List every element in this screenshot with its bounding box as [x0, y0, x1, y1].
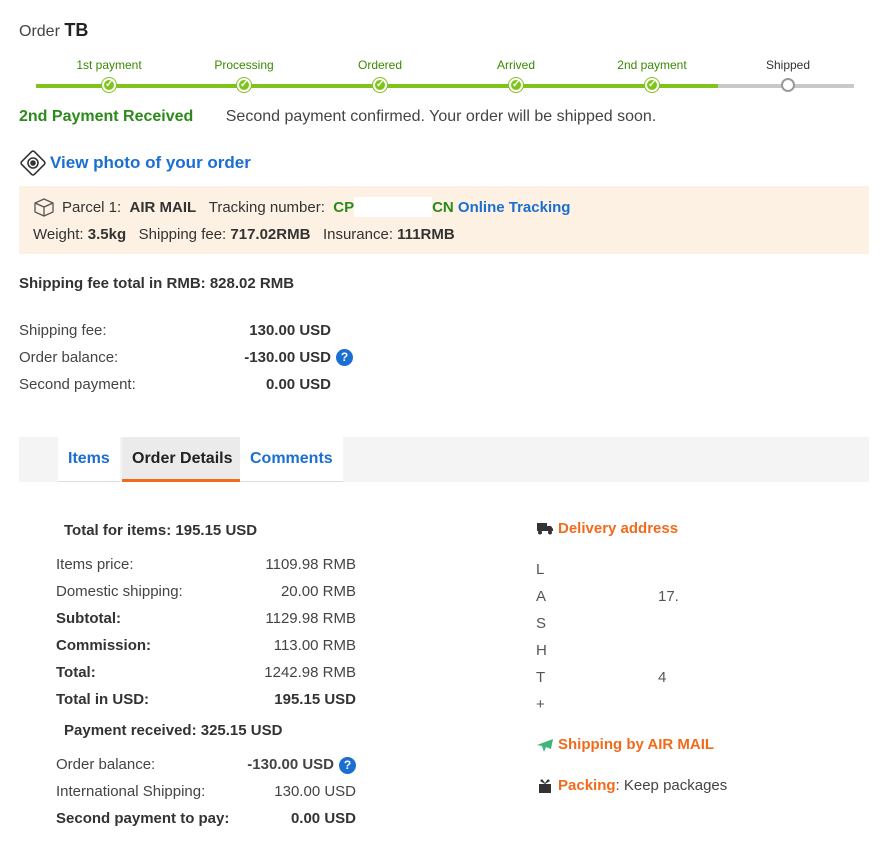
subtotal-value: 1129.98 RMB — [265, 610, 356, 627]
intl-shipping-label: International Shipping: — [56, 783, 206, 800]
step-label: Arrived — [496, 58, 535, 72]
delivery-address-label: Delivery address — [558, 519, 679, 537]
truck-icon — [537, 523, 553, 535]
camera-icon — [20, 150, 46, 176]
order-progress-tracker: 1st payment ✓ Processing ✓ Ordered ✓ Arr… — [34, 58, 854, 98]
tracking-label: Tracking number: — [208, 198, 325, 216]
view-photo-link[interactable]: View photo of your order — [19, 150, 251, 176]
commission-value: 113.00 RMB — [273, 637, 356, 654]
second-payment-to-pay-value: 0.00 USD — [290, 810, 356, 827]
tab-comments[interactable]: Comments — [240, 437, 343, 482]
parcel-prefix: Parcel 1: — [62, 198, 122, 216]
parcel-method: AIR MAIL — [129, 198, 197, 216]
status-message: Second payment confirmed. Your order wil… — [225, 108, 657, 125]
payment-summary: Shipping fee: 130.00 USD Order balance: … — [19, 317, 353, 398]
order-label: Order — [19, 23, 60, 40]
packing-info: Packing: Keep packages — [536, 777, 856, 794]
tracking-number-end: CN — [432, 198, 454, 216]
order-totals: Total for items: 195.15 USD Items price:… — [56, 519, 366, 832]
help-icon[interactable]: ? — [336, 349, 353, 366]
tab-order-details[interactable]: Order Details — [122, 437, 243, 482]
order-balance-label: Order balance: — [19, 349, 119, 366]
packing-label: Packing — [558, 777, 616, 794]
view-photo-label[interactable]: View photo of your order — [50, 153, 251, 173]
subtotal-label: Subtotal: — [56, 610, 121, 627]
items-price-label: Items price: — [56, 556, 134, 573]
balance-label: Order balance: — [56, 756, 156, 773]
domestic-shipping-label: Domestic shipping: — [56, 583, 183, 600]
parcel-info: Parcel 1: AIR MAIL Tracking number: CP CN… — [19, 186, 869, 254]
total-usd-value: 195.15 USD — [274, 691, 356, 708]
address-line: T4 — [536, 669, 667, 686]
order-balance-value: -130.00 USD — [244, 349, 331, 366]
check-icon: ✓ — [509, 78, 523, 92]
shipping-method: Shipping by AIR MAIL — [536, 736, 856, 753]
items-price-value: 1109.98 RMB — [265, 556, 356, 573]
check-icon: ✓ — [102, 78, 116, 92]
total-value: 1242.98 RMB — [264, 664, 356, 681]
shipping-fee-value: 130.00 USD — [249, 322, 331, 339]
parcel-fee-label: Shipping fee: — [138, 226, 227, 243]
help-icon[interactable]: ? — [339, 757, 356, 774]
order-header: Order TB — [19, 20, 88, 41]
intl-shipping-value: 130.00 USD — [274, 783, 356, 800]
online-tracking-link[interactable]: Online Tracking — [458, 199, 571, 216]
shipping-fee-total: Shipping fee total in RMB: 828.02 RMB — [19, 275, 295, 292]
insurance-label: Insurance: — [322, 226, 393, 243]
step-ordered: Ordered ✓ — [325, 58, 435, 92]
shipping-fee-label: Shipping fee: — [19, 322, 107, 339]
shipping-method-label: Shipping by AIR MAIL — [558, 736, 715, 753]
delivery-panel: Delivery address L A 17. S H T4 + Shippin… — [536, 516, 856, 795]
second-payment-label: Second payment: — [19, 376, 136, 393]
weight-label: Weight: — [33, 226, 84, 243]
step-arrived: Arrived ✓ — [461, 58, 571, 92]
step-label: Ordered — [357, 58, 403, 72]
check-icon: ✓ — [237, 78, 251, 92]
parcel-fee-value: 717.02RMB — [230, 226, 311, 243]
address-line: A 17. — [536, 588, 679, 605]
order-status: 2nd Payment Received Second payment conf… — [19, 108, 656, 126]
step-shipped: Shipped — [733, 58, 843, 92]
redacted-area — [354, 197, 433, 217]
domestic-shipping-value: 20.00 RMB — [280, 583, 356, 600]
step-label: Processing — [214, 58, 274, 72]
address-line: H — [536, 642, 547, 659]
balance-value: -130.00 USD — [247, 756, 334, 773]
pending-dot-icon — [781, 78, 795, 92]
total-usd-label: Total in USD: — [56, 691, 150, 708]
packing-value: : Keep packages — [615, 777, 728, 794]
address-line: + — [536, 696, 545, 713]
second-payment-value: 0.00 USD — [265, 376, 331, 393]
total-label: Total: — [56, 664, 96, 681]
order-id: TB — [64, 20, 89, 40]
package-icon — [539, 778, 551, 793]
insurance-value: 111RMB — [397, 226, 455, 243]
delivery-address-title: Delivery address — [536, 516, 856, 540]
second-payment-to-pay-label: Second payment to pay: — [56, 810, 230, 827]
airplane-icon — [537, 738, 553, 752]
total-for-items: Total for items: 195.15 USD — [64, 522, 258, 539]
payment-received: Payment received: 325.15 USD — [64, 722, 283, 739]
check-icon: ✓ — [373, 78, 387, 92]
address-line: L — [536, 561, 545, 578]
address-line: S — [536, 615, 547, 632]
check-icon: ✓ — [645, 78, 659, 92]
step-2nd-payment: 2nd payment ✓ — [597, 58, 707, 92]
tracking-number-start: CP — [333, 198, 355, 216]
step-1st-payment: 1st payment ✓ — [54, 58, 164, 92]
step-label: Shipped — [765, 58, 811, 72]
commission-label: Commission: — [56, 637, 152, 654]
box-icon — [34, 198, 54, 217]
step-processing: Processing ✓ — [189, 58, 299, 92]
weight-value: 3.5kg — [87, 226, 127, 243]
step-label: 1st payment — [76, 58, 142, 72]
tabs-bar: Items Order Details Comments — [19, 437, 869, 482]
tab-items[interactable]: Items — [58, 437, 120, 482]
status-title: 2nd Payment Received — [19, 108, 194, 125]
step-label: 2nd payment — [617, 58, 687, 72]
